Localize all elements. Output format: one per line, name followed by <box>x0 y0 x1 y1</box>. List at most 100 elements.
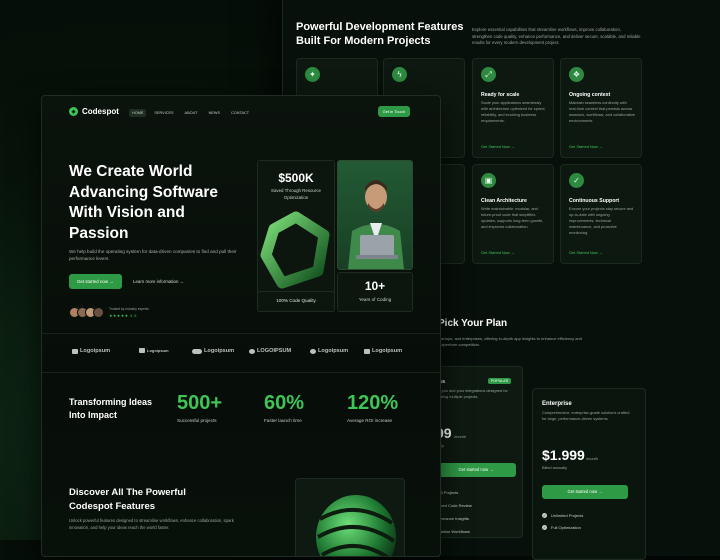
plans-title: Pick Your Plan <box>438 318 508 329</box>
brand-logo[interactable]: ◆ Codespot <box>69 107 119 116</box>
bolt-icon: ϟ <box>392 67 407 82</box>
developer-illustration <box>348 180 404 269</box>
plan-feature: omation Workflows <box>436 529 470 534</box>
feature-card-link[interactable]: Get Started Now → <box>569 144 603 149</box>
feature-card-link[interactable]: Get Started Now → <box>569 250 603 255</box>
code-quality-badge: 100% Code Quality <box>257 291 335 312</box>
discover-description: Unlock powerful features designed to str… <box>69 518 234 530</box>
landing-page: ◆ Codespot HOME SERVICES ABOUT NEWS CONT… <box>41 95 441 557</box>
stat-launch-label: Faster launch time <box>264 418 302 423</box>
stat-roi-label: Average ROI increase <box>347 418 393 423</box>
arrow-right-icon: → <box>109 279 114 284</box>
check-icon: ✓ <box>542 525 547 530</box>
partner-logo: Logoipsum <box>192 348 234 354</box>
plan-feature: anced Code Review <box>436 503 472 508</box>
nav-item-contact[interactable]: CONTACT <box>228 109 252 117</box>
3d-sphere-illustration <box>295 478 405 556</box>
feature-card-desc: Maintain seamless continuity with real-t… <box>569 100 635 123</box>
sparkle-icon: ✦ <box>305 67 320 82</box>
feature-card-support[interactable]: ✓ Continuous Support Ensure your project… <box>560 164 642 264</box>
discover-title: Discover All The Powerful Codespot Featu… <box>69 487 186 512</box>
arrow-right-icon: → <box>510 144 515 149</box>
feature-card-title: Ready for scale <box>481 92 520 98</box>
feature-card-desc: Ensure your projects stay secure and up-… <box>569 206 634 235</box>
feature-card-context[interactable]: ❖ Ongoing context Maintain seamless cont… <box>560 58 642 158</box>
hero-get-started-button[interactable]: Get started now → <box>69 274 122 289</box>
nav-item-news[interactable]: NEWS <box>206 109 223 117</box>
nav-item-about[interactable]: ABOUT <box>182 109 201 117</box>
arrow-right-icon: → <box>598 144 603 149</box>
stat-roi-value: 120% <box>347 392 399 414</box>
savings-value: $500K <box>278 171 314 185</box>
logo-icon <box>249 348 255 354</box>
scale-icon: ⤢ <box>481 67 496 82</box>
hero-description: We help build the operating system for d… <box>69 249 237 261</box>
brand-name: Codespot <box>82 107 119 116</box>
years-value: 10+ <box>364 279 386 293</box>
code-quality-text: 100% Code Quality <box>276 298 316 303</box>
feature-card-architecture[interactable]: ▣ Clean Architecture Write maintainable,… <box>472 164 554 264</box>
plan-feature: ✓ Unlimited Projects <box>542 513 584 518</box>
partner-logo: LOGOIPSUM <box>249 348 291 354</box>
avatar-group <box>69 307 104 318</box>
logo-icon <box>364 348 370 354</box>
context-icon: ❖ <box>569 67 584 82</box>
feature-card-scale[interactable]: ⤢ Ready for scale Scale your application… <box>472 58 554 158</box>
arrow-right-icon: → <box>179 279 185 284</box>
nav-item-services[interactable]: SERVICES <box>151 109 176 117</box>
nav-item-home[interactable]: HOME <box>129 109 147 117</box>
feature-card-title: Continuous Support <box>569 198 620 204</box>
impact-title: Transforming Ideas Into Impact <box>69 397 153 420</box>
3d-shape-illustration <box>260 211 330 289</box>
avatar <box>93 307 104 318</box>
partner-logo: Logoipsum <box>364 348 402 354</box>
logo-icon <box>192 348 202 354</box>
plan-desc: Comprehensive, enterprise-grade solution… <box>542 410 630 421</box>
codespot-logo-icon: ◆ <box>69 107 78 116</box>
partner-logo: Logoipsum <box>310 348 348 354</box>
stat-launch-value: 60% <box>264 392 305 414</box>
feature-card-desc: Write maintainable, modular, and future-… <box>481 206 544 229</box>
years-stat-card: 10+ Years of Coding <box>337 272 413 312</box>
feature-card-link[interactable]: Get Started Now → <box>481 250 515 255</box>
partner-logos: Logoipsum Logoipsum Logoipsum LOGOIPSUM … <box>42 333 440 373</box>
years-label: Years of Coding <box>358 297 392 302</box>
plan-period: /month <box>586 456 598 461</box>
pro-get-started-button[interactable]: Get started now → <box>436 463 516 477</box>
partner-logo: Logoipsum <box>72 348 110 354</box>
arrow-right-icon: → <box>489 467 494 472</box>
architecture-icon: ▣ <box>481 173 496 188</box>
savings-stat-card: $500K Saved Through Resource Optimizatio… <box>257 160 335 312</box>
features-description: Explore essential capabilities that stre… <box>472 27 641 45</box>
trusted-text: Trusted by industry experts <box>109 307 149 311</box>
stat-projects-label: Successful projects <box>177 418 217 423</box>
plan-name: Enterprise <box>542 401 572 407</box>
plan-desc: for you and your integrations designed f… <box>436 388 508 399</box>
arrow-right-icon: → <box>510 250 515 255</box>
logo-icon <box>139 348 145 353</box>
savings-label: Saved Through Resource Optimization <box>271 188 321 200</box>
popular-badge: POPULAR <box>488 378 512 384</box>
feature-card-desc: Scale your applications seamlessly with … <box>481 100 546 123</box>
stat-projects-value: 500+ <box>177 392 223 414</box>
check-icon: ✓ <box>542 513 547 518</box>
main-nav: HOME SERVICES ABOUT NEWS CONTACT <box>129 109 252 117</box>
enterprise-get-started-button[interactable]: Get started now → <box>542 485 628 499</box>
feature-card-title: Ongoing context <box>569 92 611 98</box>
rating-stars: ★★★★★ 4.9 <box>109 314 137 318</box>
arrow-right-icon: → <box>598 250 603 255</box>
plan-card-pro: ess POPULAR for you and your integration… <box>431 366 523 538</box>
partner-logo: Logoipsum <box>139 348 169 353</box>
plan-card-enterprise: Enterprise Comprehensive, enterprise-gra… <box>532 388 646 560</box>
plan-period: /month <box>454 434 466 439</box>
arrow-right-icon: → <box>598 489 603 494</box>
logo-icon <box>310 348 316 354</box>
plan-feature: ✓ Full Optimization <box>542 525 581 530</box>
sphere-illustration <box>316 495 396 556</box>
hero-title: We Create World Advancing Software With … <box>69 163 218 242</box>
plan-billing: Billed annually <box>542 465 568 470</box>
get-in-touch-button[interactable]: Get in Touch <box>377 106 410 117</box>
feature-card-link[interactable]: Get Started Now → <box>481 144 515 149</box>
plan-price: $1.999 <box>542 447 585 463</box>
learn-more-link[interactable]: Learn more information → <box>133 279 184 284</box>
